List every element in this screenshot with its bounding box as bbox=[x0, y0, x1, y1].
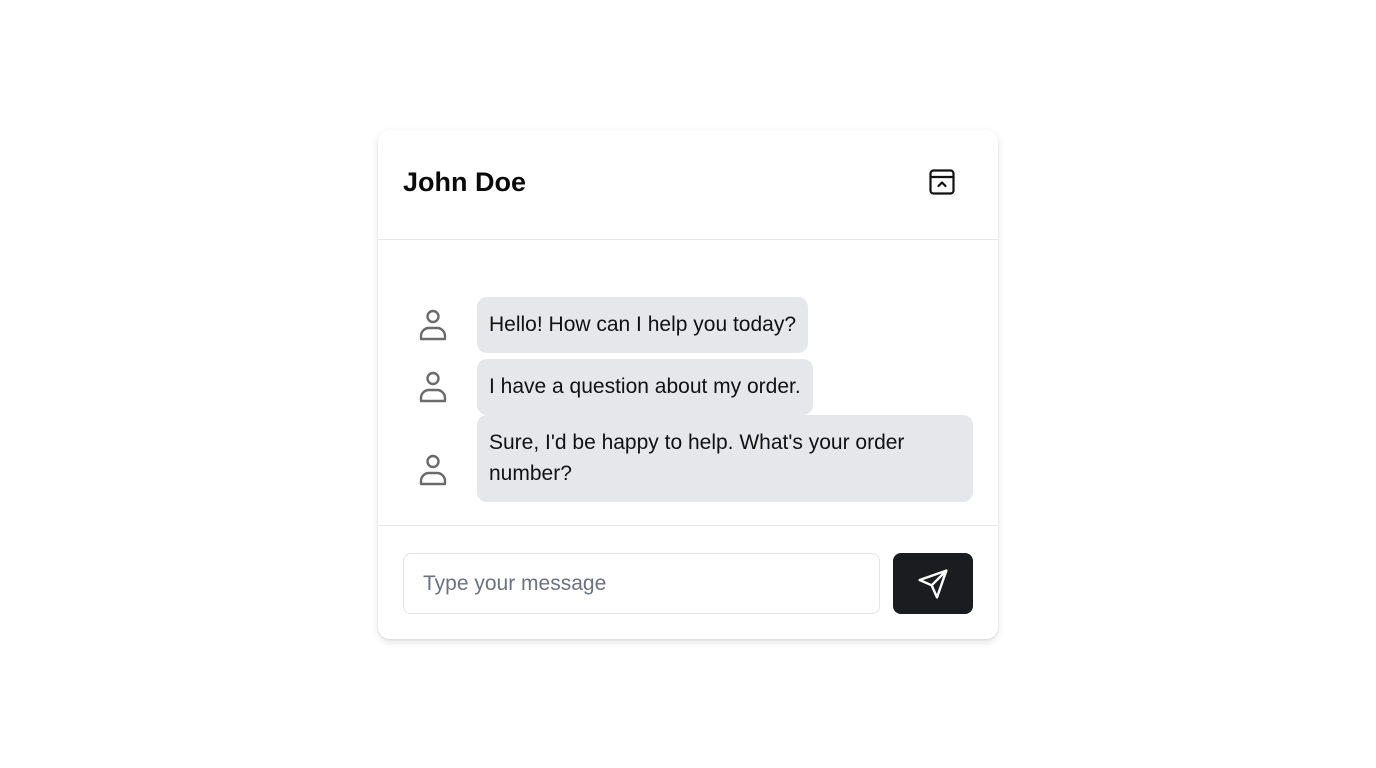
user-icon bbox=[416, 308, 450, 342]
message-input[interactable] bbox=[403, 553, 880, 614]
panel-collapse-icon bbox=[928, 168, 956, 196]
user-icon bbox=[416, 370, 450, 404]
message-composer bbox=[378, 526, 998, 639]
message-row: I have a question about my order. bbox=[378, 359, 998, 415]
send-icon bbox=[917, 568, 949, 600]
message-bubble: I have a question about my order. bbox=[477, 359, 813, 415]
message-bubble: Sure, I'd be happy to help. What's your … bbox=[477, 415, 973, 502]
minimize-chat-button[interactable] bbox=[924, 164, 960, 200]
message-row: Sure, I'd be happy to help. What's your … bbox=[378, 415, 998, 502]
message-row: Hello! How can I help you today? bbox=[378, 297, 998, 353]
message-bubble: Hello! How can I help you today? bbox=[477, 297, 809, 353]
message-list: Hello! How can I help you today? I have … bbox=[378, 240, 998, 526]
user-icon bbox=[416, 453, 450, 487]
send-button[interactable] bbox=[893, 553, 973, 614]
chat-window: John Doe Hello! How can I help you today… bbox=[378, 130, 998, 639]
contact-name: John Doe bbox=[403, 167, 527, 197]
chat-header: John Doe bbox=[378, 130, 998, 240]
